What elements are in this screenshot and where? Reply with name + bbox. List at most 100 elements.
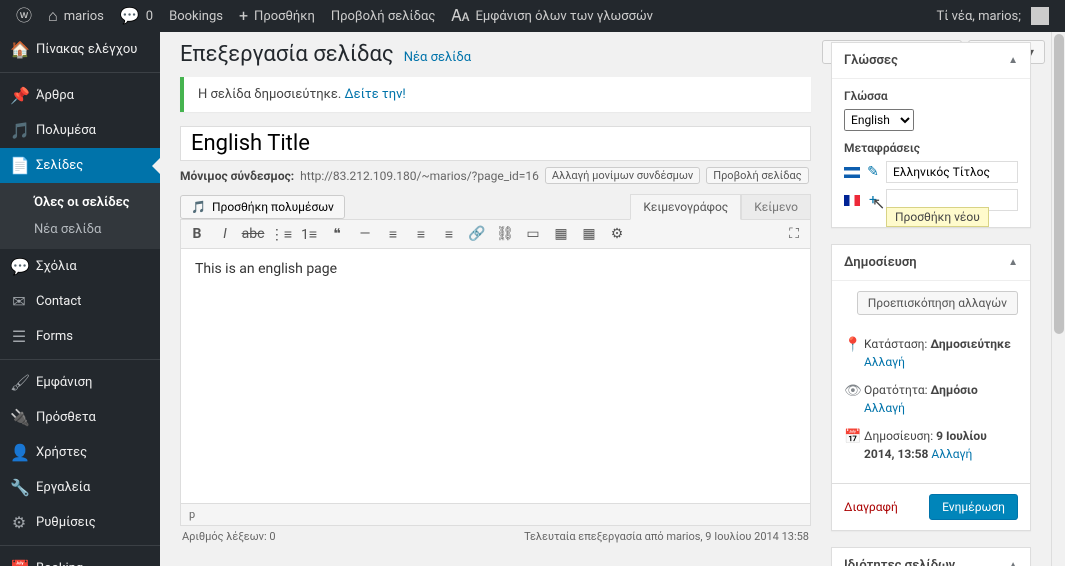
sidebar-item-forms[interactable]: ☰Forms — [0, 319, 160, 354]
submenu-new-page[interactable]: Νέα σελίδα — [0, 216, 160, 243]
edit-permalink-button[interactable]: Αλλαγή μονίμων συνδέσμων — [545, 167, 700, 184]
page-icon: 📄 — [10, 156, 28, 175]
unlink-button[interactable]: ⛓ — [495, 224, 515, 244]
sidebar-item-tools[interactable]: 🔧Εργαλεία — [0, 470, 160, 505]
separator — [0, 545, 160, 546]
add-media-label: Προσθήκη πολυμέσων — [212, 200, 334, 214]
edit-date-link[interactable]: Αλλαγή — [931, 447, 972, 461]
view-page-button[interactable]: Προβολή σελίδας — [706, 167, 808, 184]
post-title-input[interactable] — [180, 126, 811, 161]
ul-button[interactable]: ⋮≡ — [271, 224, 291, 244]
editor-toolbar: B I abc ⋮≡ 1≡ ❝ — ≡ ≡ ≡ 🔗 ⛓ ▭ ▦ ▦ ⚙ ⛶ — [180, 219, 811, 249]
edit-status-link[interactable]: Αλλαγή — [864, 355, 905, 369]
bookings-label: Bookings — [169, 9, 223, 24]
published-label: Δημοσίευση: — [864, 429, 936, 443]
plus-icon: + — [239, 8, 248, 24]
sidebar-item-settings[interactable]: ⚙Ρυθμίσεις — [0, 505, 160, 540]
wordpress-icon: ⓦ — [16, 8, 32, 24]
last-edited: Τελευταία επεξεργασία από marios, 9 Ιουλ… — [524, 530, 809, 543]
sidebar-item-posts[interactable]: 📌Άρθρα — [0, 78, 160, 113]
extra-button[interactable]: ⚙ — [607, 224, 627, 244]
more-button[interactable]: ▭ — [523, 224, 543, 244]
update-button[interactable]: Ενημέρωση — [929, 494, 1018, 520]
metabox-title: Δημοσίευση — [844, 255, 917, 270]
link-button[interactable]: 🔗 — [467, 224, 487, 244]
sidebar-item-dashboard[interactable]: 🏠Πίνακας ελέγχου — [0, 32, 160, 67]
sidebar-label: Χρήστες — [36, 445, 87, 460]
site-name[interactable]: ⌂marios — [40, 0, 112, 32]
visibility-label: Ορατότητα: — [864, 383, 931, 397]
language-select[interactable]: English — [844, 109, 914, 131]
permalink-row: Μόνιμος σύνδεσμος: http://83.212.109.180… — [180, 167, 811, 184]
wp-logo[interactable]: ⓦ — [8, 0, 40, 32]
align-right-button[interactable]: ≡ — [439, 224, 459, 244]
pages-submenu: Όλες οι σελίδες Νέα σελίδα — [0, 183, 160, 249]
sidebar-item-pages[interactable]: 📄 Σελίδες — [0, 148, 160, 183]
sidebar-item-comments[interactable]: 💬Σχόλια — [0, 249, 160, 284]
toggle-icon[interactable]: ▲ — [1008, 560, 1018, 566]
language-label: Γλώσσα — [844, 89, 1018, 103]
edit-translation-icon[interactable]: ✎ — [866, 164, 880, 180]
forms-icon: ☰ — [10, 327, 28, 346]
notice-link[interactable]: Δείτε την! — [345, 87, 406, 102]
sidebar-item-booking[interactable]: 📅Booking — [0, 551, 160, 566]
show-languages[interactable]: 🗛Εμφάνιση όλων των γλωσσών — [443, 0, 661, 32]
align-left-button[interactable]: ≡ — [383, 224, 403, 244]
editor-path: p — [180, 504, 811, 526]
view-page[interactable]: Προβολή σελίδας — [323, 0, 443, 32]
ol-button[interactable]: 1≡ — [299, 224, 319, 244]
tab-visual[interactable]: Κειμενογράφος — [630, 194, 741, 220]
hr-button[interactable]: — — [355, 224, 375, 244]
status-label: Κατάσταση: — [864, 337, 930, 351]
calendar-icon: 📅 — [844, 427, 858, 448]
tab-text[interactable]: Κείμενο — [741, 194, 811, 219]
new-content[interactable]: +Προσθήκη — [231, 0, 323, 32]
delete-link[interactable]: Διαγραφή — [844, 500, 898, 514]
preview-button[interactable]: Προεπισκόπηση αλλαγών — [857, 291, 1018, 315]
media-icon: 🎵 — [191, 200, 206, 214]
toggle-icon[interactable]: ▲ — [1008, 55, 1018, 66]
table-button[interactable]: ▦ — [579, 224, 599, 244]
strike-button[interactable]: abc — [243, 224, 263, 244]
page-title: Επεξεργασία σελίδας Νέα σελίδα — [180, 42, 811, 67]
scrollbar[interactable] — [1051, 32, 1065, 566]
editor-content[interactable]: This is an english page — [180, 249, 811, 504]
submenu-all-pages[interactable]: Όλες οι σελίδες — [0, 189, 160, 216]
scroll-thumb[interactable] — [1054, 34, 1064, 334]
word-count-value: 0 — [269, 530, 275, 543]
toolbar-toggle-button[interactable]: ▦ — [551, 224, 571, 244]
quote-button[interactable]: ❝ — [327, 224, 347, 244]
bookings-link[interactable]: Bookings — [161, 0, 231, 32]
sidebar-label: Σελίδες — [36, 158, 83, 173]
translation-row-french: + ↖ Προσθήκη νέου — [844, 189, 1018, 211]
sidebar-item-media[interactable]: 🎵Πολυμέσα — [0, 113, 160, 148]
sidebar-label: Πρόσθετα — [36, 410, 96, 425]
word-count-label: Αριθμός λέξεων: — [182, 530, 269, 543]
add-translation-icon[interactable]: + — [866, 192, 880, 208]
my-account[interactable]: Τί νέα, marios; — [928, 0, 1057, 32]
italic-button[interactable]: I — [215, 224, 235, 244]
admin-toolbar: ⓦ ⌂marios 💬0 Bookings +Προσθήκη Προβολή … — [0, 0, 1065, 32]
eye-icon: 👁 — [844, 381, 858, 402]
comments-link[interactable]: 💬0 — [112, 0, 161, 32]
toggle-icon[interactable]: ▲ — [1008, 257, 1018, 268]
languages-metabox: Γλώσσες▲ Γλώσσα English Μεταφράσεις ✎ + — [831, 42, 1031, 228]
sidebar-item-plugins[interactable]: 🔌Πρόσθετα — [0, 400, 160, 435]
comment-icon: 💬 — [120, 8, 140, 24]
edit-visibility-link[interactable]: Αλλαγή — [864, 401, 905, 415]
translation-title-input[interactable] — [886, 161, 1018, 183]
new-page-link[interactable]: Νέα σελίδα — [404, 50, 471, 65]
calendar-icon: 📅 — [10, 559, 28, 566]
sidebar-item-contact[interactable]: ✉Contact — [0, 284, 160, 319]
sidebar-item-users[interactable]: 👤Χρήστες — [0, 435, 160, 470]
sidebar-label: Εργαλεία — [36, 480, 90, 495]
dashboard-icon: 🏠 — [10, 40, 28, 59]
bold-button[interactable]: B — [187, 224, 207, 244]
add-media-button[interactable]: 🎵 Προσθήκη πολυμέσων — [180, 195, 345, 219]
fullscreen-button[interactable]: ⛶ — [784, 224, 804, 244]
pin-icon: 📌 — [10, 86, 28, 105]
pin-icon: 📍 — [844, 335, 858, 356]
permalink-url: http://83.212.109.180/~marios/?page_id=1… — [300, 169, 539, 183]
align-center-button[interactable]: ≡ — [411, 224, 431, 244]
sidebar-item-appearance[interactable]: 🖌Εμφάνιση — [0, 365, 160, 400]
